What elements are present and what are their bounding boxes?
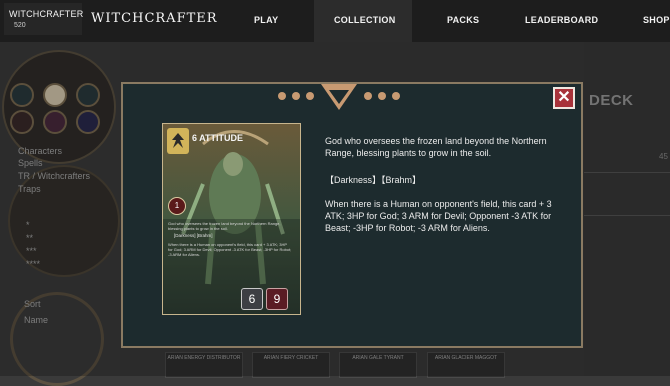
brand-logo[interactable]: WITCHCRAFTER xyxy=(91,11,218,26)
card-health-stat: 9 xyxy=(266,288,288,310)
top-nav-bar: WITCHCRAFTER 520 WITCHCRAFTER PLAY COLLE… xyxy=(0,0,670,42)
username: WITCHCRAFTER xyxy=(9,9,84,19)
nav-packs[interactable]: PACKS xyxy=(447,15,479,25)
user-profile-box[interactable] xyxy=(4,3,82,35)
card-tags-full: 【Darkness】【Brahm】 xyxy=(325,175,422,185)
card-attack-stat: 6 xyxy=(241,288,263,310)
card-cost-badge: 1 xyxy=(168,197,186,215)
nav-play[interactable]: PLAY xyxy=(254,15,278,25)
modal-ornament xyxy=(278,84,400,110)
card-effect-text: When there is a Human on opponent's fiel… xyxy=(168,242,292,257)
card-preview xyxy=(162,123,301,315)
nav-shop[interactable]: SHOP xyxy=(643,15,670,25)
close-button[interactable]: ✕ xyxy=(553,87,575,109)
card-effect-full: When there is a Human on opponent's fiel… xyxy=(325,199,552,233)
card-tags: [Darkness] [Brahm] xyxy=(174,233,213,238)
card-flavor-text: God who oversees the frozen land beyond … xyxy=(168,221,281,231)
nav-collection[interactable]: COLLECTION xyxy=(334,15,396,25)
user-level: 520 xyxy=(14,22,26,29)
card-name: 6 ATTITUDE xyxy=(192,133,243,143)
nav-leaderboard[interactable]: LEADERBOARD xyxy=(525,15,598,25)
faction-emblem-icon xyxy=(167,128,189,154)
card-description: God who oversees the frozen land beyond … xyxy=(325,136,547,158)
